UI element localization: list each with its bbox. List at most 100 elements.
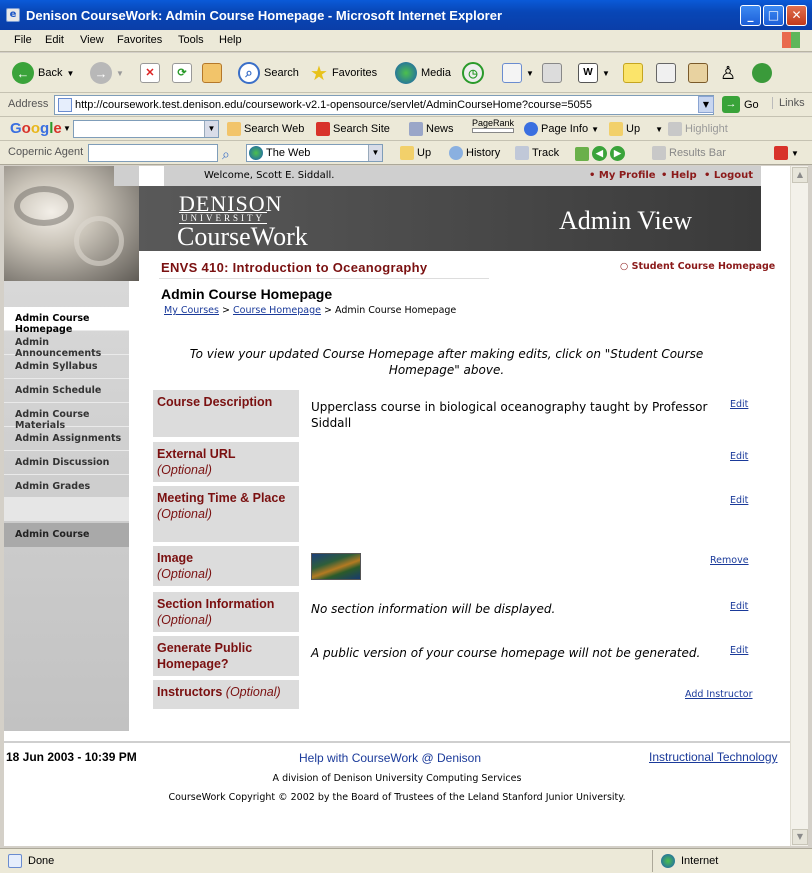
edit-course-description-link[interactable]: Edit — [730, 399, 748, 410]
messenger-button[interactable] — [752, 60, 772, 86]
copernic-options-button[interactable]: ▼ — [774, 146, 799, 160]
search-web-label: Search Web — [244, 123, 305, 135]
stop-button[interactable]: ✕ — [140, 60, 160, 86]
edit-page-icon — [656, 63, 676, 83]
menu-view[interactable]: View — [80, 34, 104, 46]
copernic-toolbar: Copernic Agent ⌕ The Web ▼ Up History Tr… — [0, 141, 812, 165]
maximize-button[interactable]: □ — [763, 5, 784, 26]
discuss-button[interactable] — [623, 60, 643, 86]
edit-meeting-time-link[interactable]: Edit — [730, 495, 748, 506]
google-search-input[interactable]: ▼ — [73, 120, 219, 138]
menu-tools[interactable]: Tools — [178, 34, 204, 46]
mail-button[interactable]: ▼ — [502, 60, 534, 86]
vertical-scrollbar[interactable]: ▲ ▼ — [790, 166, 808, 846]
division-text: A division of Denison University Computi… — [272, 773, 522, 784]
breadcrumb-course-homepage[interactable]: Course Homepage — [233, 305, 321, 316]
search-site-icon — [316, 122, 330, 136]
person-icon: ♙ — [720, 62, 737, 83]
research-button[interactable] — [688, 60, 708, 86]
nav-admin-schedule[interactable]: Admin Schedule — [4, 379, 129, 403]
breadcrumb-my-courses[interactable]: My Courses — [164, 305, 219, 316]
nav-admin-syllabus[interactable]: Admin Syllabus — [4, 355, 129, 379]
nav-admin-grades[interactable]: Admin Grades — [4, 475, 129, 499]
back-arrow-icon: ← — [12, 62, 34, 84]
breadcrumb-separator: > — [324, 305, 332, 316]
nav-admin-course-homepage[interactable]: Admin Course Homepage — [4, 307, 129, 335]
google-up-button[interactable]: Up ▼ — [609, 122, 663, 136]
nav-admin-assignments[interactable]: Admin Assignments — [4, 427, 129, 451]
address-dropdown-icon[interactable]: ▼ — [698, 96, 714, 113]
next-arrow-icon: ▶ — [610, 146, 625, 161]
nav-admin-course-materials[interactable]: Admin Course Materials — [4, 403, 129, 431]
close-button[interactable]: ✕ — [786, 5, 807, 26]
help-coursework-link[interactable]: Help with CourseWork @ Denison — [299, 751, 481, 765]
timestamp: 18 Jun 2003 - 10:39 PM — [6, 750, 137, 764]
edit-section-information-link[interactable]: Edit — [730, 601, 748, 612]
standard-toolbar: ← Back ▼ → ▼ ✕ ⟳ ⌕ Search ★ Favorites Me… — [0, 53, 812, 93]
search-web-button[interactable]: Search Web — [227, 122, 304, 136]
back-button[interactable]: ← Back ▼ — [12, 60, 74, 86]
remove-image-link[interactable]: Remove — [710, 555, 749, 566]
logout-link[interactable]: • Logout — [704, 170, 753, 181]
menu-file[interactable]: File — [14, 34, 32, 46]
menu-help[interactable]: Help — [219, 34, 242, 46]
search-label: Search — [264, 67, 299, 79]
copernic-search-icon[interactable]: ⌕ — [222, 146, 230, 163]
go-button[interactable]: → Go — [722, 96, 759, 113]
generate-public-homepage-label: Generate Public Homepage? — [153, 636, 299, 676]
search-button[interactable]: ⌕ Search — [238, 60, 299, 86]
page-icon — [58, 98, 72, 112]
nav-admin-discussion[interactable]: Admin Discussion — [4, 451, 129, 475]
minimize-button[interactable]: _ — [740, 5, 761, 26]
home-button[interactable] — [202, 60, 222, 86]
copernic-scope-select[interactable]: The Web ▼ — [246, 144, 383, 162]
highlight-label: Highlight — [685, 123, 728, 135]
instructional-technology-link[interactable]: Instructional Technology — [649, 750, 778, 764]
address-bar: Address http://coursework.test.denison.e… — [0, 93, 812, 117]
help-link[interactable]: • Help — [661, 170, 697, 181]
student-course-homepage-link[interactable]: ○ Student Course Homepage — [620, 261, 775, 272]
scroll-down-icon[interactable]: ▼ — [792, 829, 808, 845]
history-button[interactable]: ◷ — [462, 60, 484, 86]
media-button[interactable]: Media — [395, 60, 451, 86]
stop-icon: ✕ — [140, 63, 160, 83]
print-button[interactable] — [542, 60, 562, 86]
edit-word-button[interactable]: W ▼ — [578, 60, 610, 86]
copernic-history-label: History — [466, 147, 501, 159]
add-instructor-link[interactable]: Add Instructor — [685, 689, 753, 700]
forward-button[interactable]: → ▼ — [90, 60, 124, 86]
copernic-search-input[interactable] — [88, 144, 218, 162]
course-image-thumbnail — [311, 553, 361, 580]
user-button[interactable]: ♙ — [720, 60, 736, 86]
copernic-label: Copernic Agent — [8, 146, 84, 158]
news-button[interactable]: News — [409, 122, 454, 136]
results-bar-button[interactable]: Results Bar — [652, 146, 726, 160]
scroll-up-icon[interactable]: ▲ — [792, 167, 808, 183]
research-icon — [688, 63, 708, 83]
edit-external-url-link[interactable]: Edit — [730, 451, 748, 462]
menu-favorites[interactable]: Favorites — [117, 34, 162, 46]
search-site-button[interactable]: Search Site — [316, 122, 390, 136]
page-viewport: Welcome, Scott E. Siddall. • My Profile … — [4, 166, 790, 846]
copernic-nav-buttons[interactable]: ◀ ▶ — [575, 146, 625, 161]
menu-bar: File Edit View Favorites Tools Help — [0, 30, 812, 52]
refresh-button[interactable]: ⟳ — [172, 60, 192, 86]
copernic-track-button[interactable]: Track — [515, 146, 559, 160]
page-info-button[interactable]: Page Info ▼ — [524, 122, 599, 136]
folder-up-icon — [400, 146, 414, 160]
search-icon: ⌕ — [238, 62, 260, 84]
copernic-up-button[interactable]: Up — [400, 146, 431, 160]
address-input[interactable]: http://coursework.test.denison.edu/cours… — [54, 95, 714, 115]
menu-edit[interactable]: Edit — [45, 34, 64, 46]
pagerank-indicator[interactable]: PageRank — [472, 118, 514, 133]
edit-public-homepage-link[interactable]: Edit — [730, 645, 748, 656]
google-logo[interactable]: Google — [10, 120, 62, 137]
messenger-edit-button[interactable] — [656, 60, 676, 86]
copernic-history-button[interactable]: History — [449, 146, 500, 160]
links-button[interactable]: Links — [772, 97, 805, 109]
favorites-button[interactable]: ★ Favorites — [310, 60, 377, 86]
my-profile-link[interactable]: • My Profile — [589, 170, 656, 181]
highlight-button[interactable]: Highlight — [668, 122, 728, 136]
nav-admin-course[interactable]: Admin Course — [4, 523, 129, 547]
nav-admin-announcements[interactable]: Admin Announcements — [4, 331, 129, 359]
